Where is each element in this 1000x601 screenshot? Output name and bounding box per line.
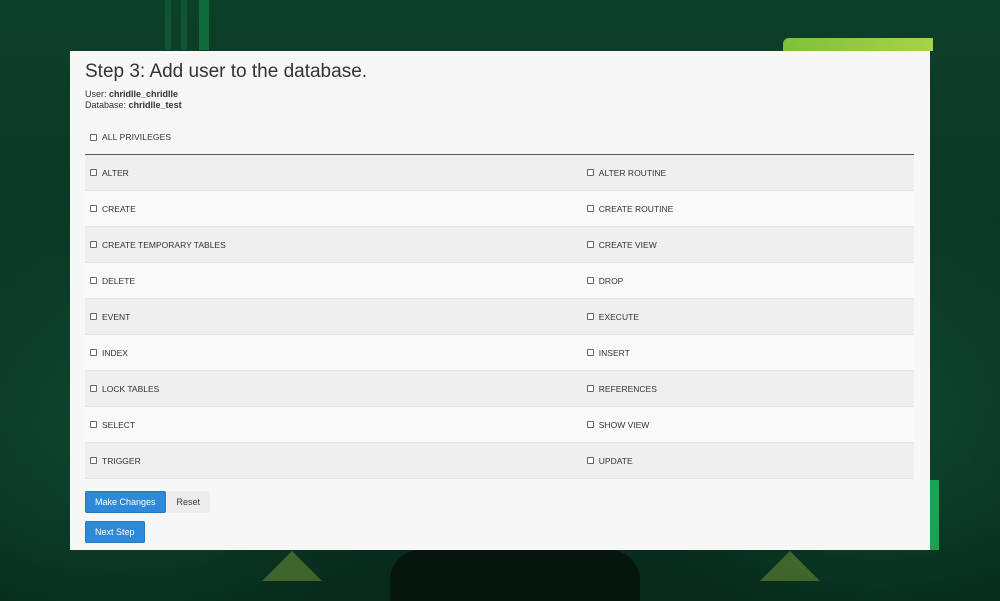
background-decoration [783, 38, 933, 51]
privilege-label: REFERENCES [598, 383, 657, 394]
next-actions: Next Step [85, 521, 914, 543]
user-label: User: [85, 89, 107, 99]
privilege-option[interactable]: EXECUTE [582, 312, 914, 322]
privilege-checkbox[interactable] [90, 349, 97, 356]
background-decoration [390, 550, 640, 601]
background-decoration [760, 551, 820, 581]
privilege-option[interactable]: INDEX [85, 348, 582, 358]
privilege-checkbox[interactable] [90, 457, 97, 464]
privilege-label: DELETE [102, 275, 136, 286]
privilege-checkbox[interactable] [586, 205, 594, 212]
privilege-row: SELECT SHOW VIEW [85, 407, 914, 443]
next-step-button[interactable]: Next Step [85, 521, 145, 543]
privilege-option[interactable]: DELETE [85, 276, 582, 286]
privilege-row: ALTER ALTER ROUTINE [85, 155, 914, 191]
privilege-checkbox[interactable] [586, 313, 594, 320]
privilege-label: CREATE [102, 203, 136, 214]
privilege-label: UPDATE [598, 455, 633, 466]
privilege-checkbox[interactable] [90, 313, 97, 320]
privilege-checkbox[interactable] [586, 457, 594, 464]
all-privileges-option[interactable]: ALL PRIVILEGES [85, 123, 914, 151]
reset-button[interactable]: Reset [166, 491, 211, 513]
add-user-panel: Step 3: Add user to the database. User: … [70, 51, 930, 550]
privilege-label: EXECUTE [598, 311, 639, 322]
privilege-label: SELECT [102, 419, 136, 430]
background-decoration [930, 480, 939, 550]
privilege-row: INDEX INSERT [85, 335, 914, 371]
privilege-row: TRIGGER UPDATE [85, 443, 914, 479]
database-label: Database: [85, 100, 127, 110]
privilege-label: ALTER ROUTINE [598, 167, 667, 178]
privilege-label: ALTER [102, 167, 129, 178]
privilege-label: CREATE ROUTINE [598, 203, 674, 214]
page-title: Step 3: Add user to the database. [85, 61, 368, 82]
privilege-checkbox[interactable] [90, 421, 97, 428]
privilege-option[interactable]: LOCK TABLES [85, 384, 582, 394]
privilege-checkbox[interactable] [586, 277, 594, 284]
privilege-checkbox[interactable] [90, 277, 97, 284]
privilege-label: LOCK TABLES [102, 383, 160, 394]
privilege-option[interactable]: EVENT [85, 312, 582, 322]
privilege-row: CREATE CREATE ROUTINE [85, 191, 914, 227]
privilege-label: INDEX [102, 347, 128, 358]
background-decoration [181, 0, 187, 50]
privilege-option[interactable]: CREATE [85, 204, 582, 214]
privilege-label: EVENT [102, 311, 131, 322]
privilege-label: CREATE TEMPORARY TABLES [102, 239, 226, 250]
privilege-option[interactable]: INSERT [582, 348, 914, 358]
database-value: chridlle_test [128, 100, 182, 110]
privilege-option[interactable]: ALTER ROUTINE [582, 168, 914, 178]
privilege-checkbox[interactable] [90, 385, 97, 392]
all-privileges-label: ALL PRIVILEGES [102, 132, 172, 142]
privilege-option[interactable]: DROP [582, 276, 914, 286]
user-info: User: chridlle_chridlle [85, 89, 914, 100]
privilege-option[interactable]: SELECT [85, 420, 582, 430]
privilege-option[interactable]: CREATE ROUTINE [582, 204, 914, 214]
privilege-option[interactable]: SHOW VIEW [582, 420, 914, 430]
privilege-checkbox[interactable] [90, 241, 97, 248]
user-value: chridlle_chridlle [109, 89, 179, 99]
privilege-row: LOCK TABLES REFERENCES [85, 371, 914, 407]
privilege-label: DROP [598, 275, 624, 286]
privilege-checkbox[interactable] [586, 241, 594, 248]
privilege-row: CREATE TEMPORARY TABLES CREATE VIEW [85, 227, 914, 263]
privilege-checkbox[interactable] [586, 421, 594, 428]
privilege-option[interactable]: REFERENCES [582, 384, 914, 394]
make-changes-button[interactable]: Make Changes [85, 491, 166, 513]
all-privileges-checkbox[interactable] [90, 133, 97, 141]
privilege-option[interactable]: UPDATE [582, 456, 914, 466]
form-actions: Make Changes Reset [85, 491, 914, 513]
privilege-option[interactable]: ALTER [85, 168, 582, 178]
privilege-row: DELETE DROP [85, 263, 914, 299]
privilege-label: CREATE VIEW [598, 239, 657, 250]
privileges-grid: ALTER ALTER ROUTINE CREATE CREATE ROUTINE CR… [85, 155, 914, 479]
privilege-checkbox[interactable] [90, 205, 97, 212]
privilege-checkbox[interactable] [586, 349, 594, 356]
background-decoration [199, 0, 209, 50]
privilege-row: EVENT EXECUTE [85, 299, 914, 335]
privilege-checkbox[interactable] [90, 169, 97, 176]
background-decoration [165, 0, 171, 50]
privilege-checkbox[interactable] [586, 169, 594, 176]
privilege-option[interactable]: TRIGGER [85, 456, 582, 466]
privilege-label: SHOW VIEW [598, 419, 650, 430]
privilege-label: INSERT [598, 347, 630, 358]
background-decoration [262, 551, 322, 581]
privilege-option[interactable]: CREATE VIEW [582, 240, 914, 250]
privilege-option[interactable]: CREATE TEMPORARY TABLES [85, 240, 582, 250]
privilege-label: TRIGGER [102, 455, 141, 466]
privilege-checkbox[interactable] [586, 385, 594, 392]
database-info: Database: chridlle_test [85, 100, 914, 111]
